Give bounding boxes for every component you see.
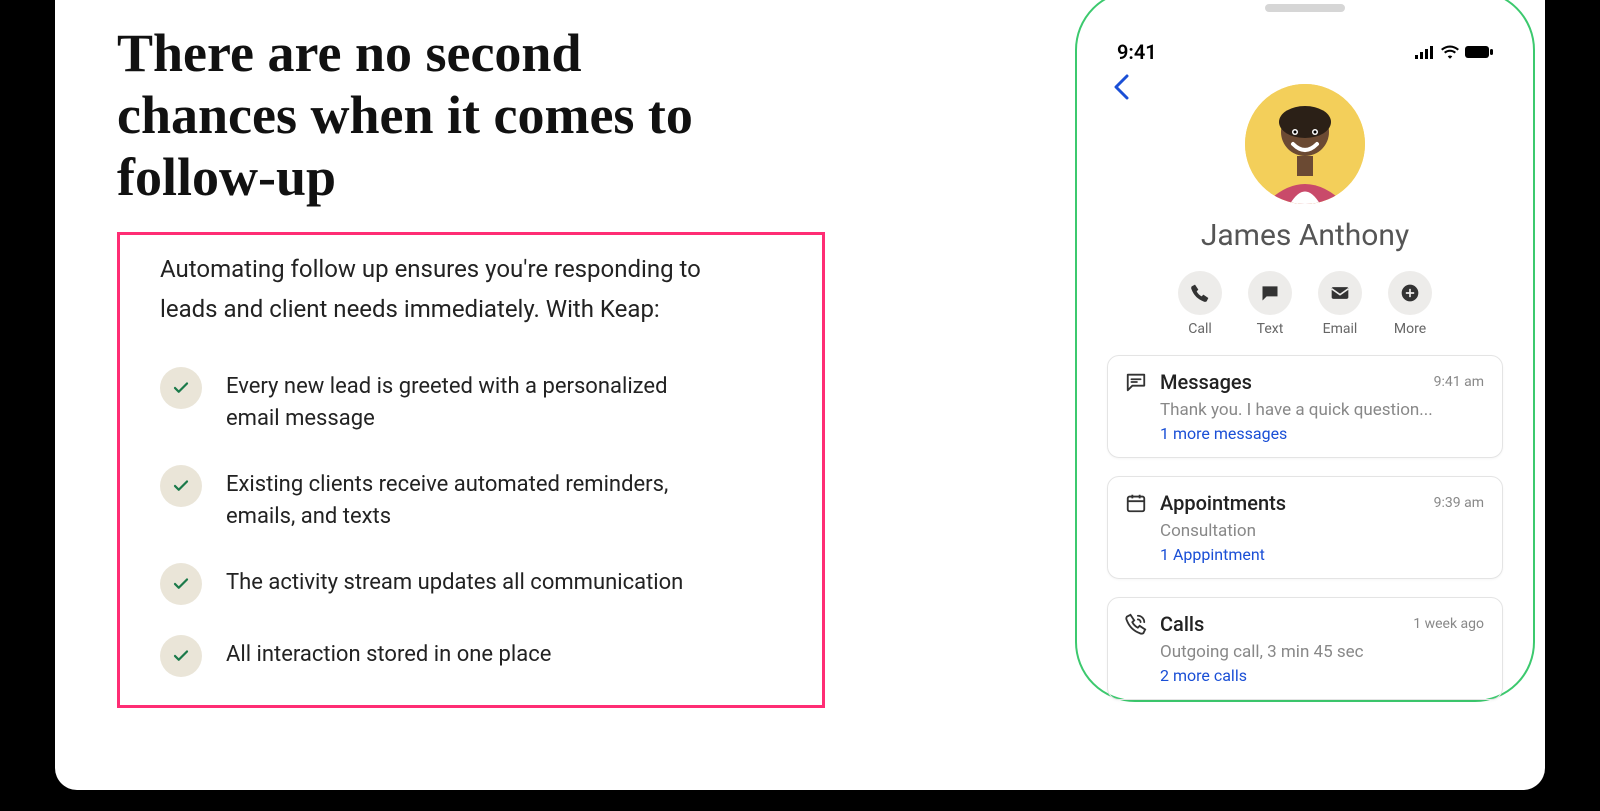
appointments-link[interactable]: 1 Apppintment bbox=[1160, 545, 1484, 564]
calls-card[interactable]: Calls 1 week ago Outgoing call, 3 min 45… bbox=[1107, 597, 1503, 700]
email-action[interactable]: Email bbox=[1318, 271, 1362, 337]
messages-sub: Thank you. I have a quick question... bbox=[1160, 400, 1484, 420]
feature-list: Every new lead is greeted with a persona… bbox=[160, 367, 782, 677]
appointments-time: 9:39 am bbox=[1434, 495, 1484, 511]
calls-link[interactable]: 2 more calls bbox=[1160, 666, 1484, 685]
messages-link[interactable]: 1 more messages bbox=[1160, 424, 1484, 443]
avatar bbox=[1245, 84, 1365, 204]
intro-paragraph: Automating follow up ensures you're resp… bbox=[160, 249, 750, 329]
calls-time: 1 week ago bbox=[1413, 616, 1484, 632]
check-icon bbox=[160, 465, 202, 507]
calls-sub: Outgoing call, 3 min 45 sec bbox=[1160, 642, 1484, 662]
headline: There are no second chances when it come… bbox=[117, 22, 757, 208]
check-icon bbox=[160, 635, 202, 677]
more-action[interactable]: More bbox=[1388, 271, 1432, 337]
contact-name: James Anthony bbox=[1107, 218, 1503, 253]
appointments-sub: Consultation bbox=[1160, 521, 1484, 541]
right-column: 9:41 bbox=[1075, 0, 1535, 702]
page: There are no second chances when it come… bbox=[55, 0, 1545, 790]
call-action[interactable]: Call bbox=[1178, 271, 1222, 337]
feature-item: Every new lead is greeted with a persona… bbox=[160, 367, 782, 435]
calendar-icon bbox=[1124, 492, 1148, 514]
status-icons bbox=[1415, 45, 1493, 59]
feature-item: The activity stream updates all communic… bbox=[160, 563, 782, 605]
battery-icon bbox=[1465, 45, 1493, 59]
left-column: There are no second chances when it come… bbox=[55, 0, 925, 790]
feature-text: Existing clients receive automated remin… bbox=[226, 465, 696, 533]
check-icon bbox=[160, 563, 202, 605]
wifi-icon bbox=[1441, 45, 1459, 59]
contact-actions: Call Text Email bbox=[1107, 271, 1503, 337]
messages-time: 9:41 am bbox=[1434, 374, 1484, 390]
highlight-box: Automating follow up ensures you're resp… bbox=[117, 232, 825, 708]
feature-item: Existing clients receive automated remin… bbox=[160, 465, 782, 533]
email-icon bbox=[1318, 271, 1362, 315]
appointments-title: Appointments bbox=[1160, 491, 1422, 515]
messages-icon bbox=[1124, 371, 1148, 393]
text-action[interactable]: Text bbox=[1248, 271, 1292, 337]
signal-icon bbox=[1415, 45, 1435, 59]
phone-speaker bbox=[1265, 4, 1345, 12]
feature-item: All interaction stored in one place bbox=[160, 635, 782, 677]
phone-mockup: 9:41 bbox=[1075, 0, 1535, 702]
more-label: More bbox=[1394, 321, 1426, 337]
messages-title: Messages bbox=[1160, 370, 1422, 394]
feature-text: All interaction stored in one place bbox=[226, 635, 696, 671]
feature-text: Every new lead is greeted with a persona… bbox=[226, 367, 696, 435]
feature-text: The activity stream updates all communic… bbox=[226, 563, 696, 599]
status-time: 9:41 bbox=[1117, 40, 1157, 64]
contact-header: James Anthony Call Text bbox=[1107, 84, 1503, 337]
check-icon bbox=[160, 367, 202, 409]
phone-icon bbox=[1178, 271, 1222, 315]
chevron-left-icon bbox=[1113, 74, 1129, 100]
calls-title: Calls bbox=[1160, 612, 1401, 636]
status-bar: 9:41 bbox=[1107, 40, 1503, 64]
appointments-card[interactable]: Appointments 9:39 am Consultation 1 Appp… bbox=[1107, 476, 1503, 579]
call-icon bbox=[1124, 613, 1148, 635]
email-label: Email bbox=[1323, 321, 1358, 337]
call-label: Call bbox=[1188, 321, 1212, 337]
message-icon bbox=[1248, 271, 1292, 315]
text-label: Text bbox=[1257, 321, 1284, 337]
plus-icon bbox=[1388, 271, 1432, 315]
messages-card[interactable]: Messages 9:41 am Thank you. I have a qui… bbox=[1107, 355, 1503, 458]
